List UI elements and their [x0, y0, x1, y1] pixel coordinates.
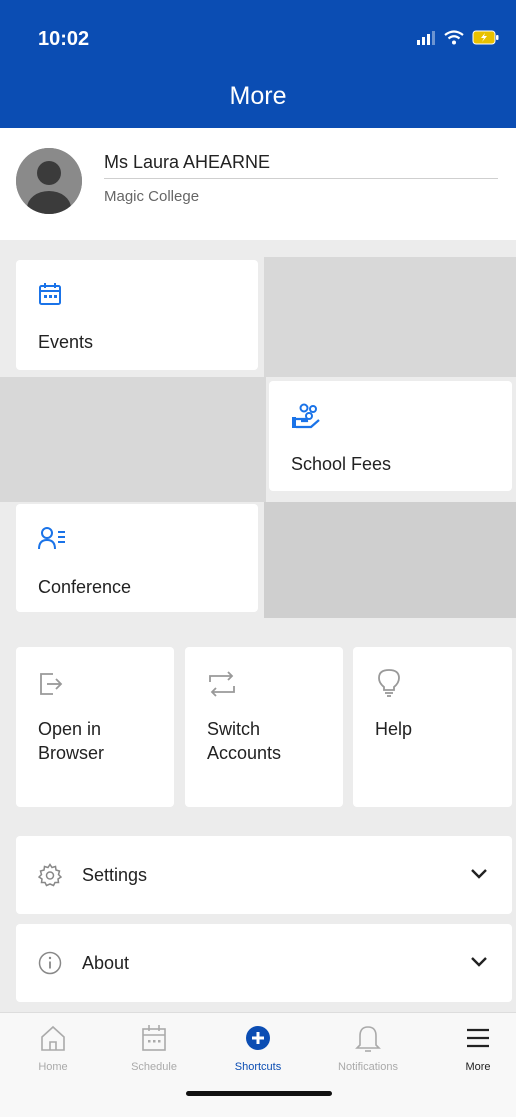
- conference-shortcut[interactable]: Conference: [16, 504, 258, 612]
- home-icon: [41, 1025, 65, 1051]
- status-time: 10:02: [38, 28, 90, 50]
- shortcut-label: School Fees: [291, 454, 392, 474]
- fees-icon: [292, 403, 320, 429]
- switch-accounts-button[interactable]: Switch Accounts: [185, 647, 343, 807]
- conference-icon: [38, 527, 65, 550]
- person-icon: [16, 148, 82, 214]
- profile-divider: [104, 178, 498, 179]
- info-icon: [38, 951, 62, 975]
- empty-tile: [264, 257, 516, 377]
- tab-shortcuts[interactable]: Shortcuts: [208, 1023, 308, 1073]
- status-icons: [416, 30, 500, 45]
- action-label: Open in Browser: [38, 717, 104, 765]
- switch-accounts-icon: [209, 671, 235, 697]
- shortcut-label: Events: [38, 332, 94, 352]
- chevron-down-icon[interactable]: [470, 868, 488, 880]
- calendar-icon: [142, 1025, 166, 1051]
- plus-circle-icon: [246, 1026, 270, 1050]
- accordion-label: About: [82, 953, 130, 973]
- bell-icon: [355, 1026, 381, 1052]
- settings-accordion[interactable]: Settings: [16, 836, 512, 914]
- lightbulb-icon: [378, 669, 400, 697]
- empty-tile: [264, 502, 516, 618]
- action-label: Help: [375, 717, 412, 741]
- menu-icon: [467, 1028, 489, 1048]
- action-label-line: Browser: [38, 743, 105, 763]
- bottom-tab-bar: Home Schedule Shortcuts Notifications Mo…: [0, 1012, 516, 1117]
- events-shortcut[interactable]: Events: [16, 260, 258, 370]
- profile-card[interactable]: Ms Laura AHEARNE Magic College: [0, 128, 516, 240]
- gear-icon: [38, 863, 62, 887]
- action-label-line: Accounts: [207, 743, 282, 763]
- tab-more[interactable]: More: [428, 1023, 516, 1073]
- shortcut-label: Conference: [38, 577, 132, 597]
- help-button[interactable]: Help: [353, 647, 512, 807]
- signal-icon: [417, 30, 435, 45]
- tab-label: Schedule: [131, 1061, 177, 1073]
- tab-home[interactable]: Home: [3, 1023, 103, 1073]
- battery-icon: [472, 30, 499, 45]
- empty-tile: [0, 377, 266, 502]
- accordion-label: Settings: [82, 865, 148, 885]
- action-label-line: Switch: [207, 719, 261, 739]
- tab-label: Notifications: [338, 1061, 398, 1073]
- calendar-icon: [39, 283, 61, 305]
- school-fees-shortcut[interactable]: School Fees: [269, 381, 512, 491]
- home-indicator[interactable]: [186, 1091, 332, 1096]
- wifi-icon: [444, 30, 464, 45]
- chevron-down-icon[interactable]: [470, 956, 488, 968]
- about-accordion[interactable]: About: [16, 924, 512, 1002]
- tab-notifications[interactable]: Notifications: [318, 1023, 418, 1073]
- tab-label: More: [465, 1061, 491, 1073]
- open-browser-icon: [40, 673, 63, 695]
- tab-label: Home: [38, 1061, 68, 1073]
- action-label: Switch Accounts: [207, 717, 281, 765]
- app-header: 10:02 More: [0, 0, 516, 128]
- action-label-line: Open in: [38, 719, 102, 739]
- avatar: [16, 148, 82, 214]
- action-label-line: Help: [375, 719, 413, 739]
- page-title: More: [229, 82, 287, 110]
- tab-label: Shortcuts: [234, 1061, 282, 1073]
- profile-school: Magic College: [104, 188, 200, 205]
- tab-schedule[interactable]: Schedule: [104, 1023, 204, 1073]
- open-in-browser-button[interactable]: Open in Browser: [16, 647, 174, 807]
- profile-name: Ms Laura AHEARNE: [104, 152, 271, 172]
